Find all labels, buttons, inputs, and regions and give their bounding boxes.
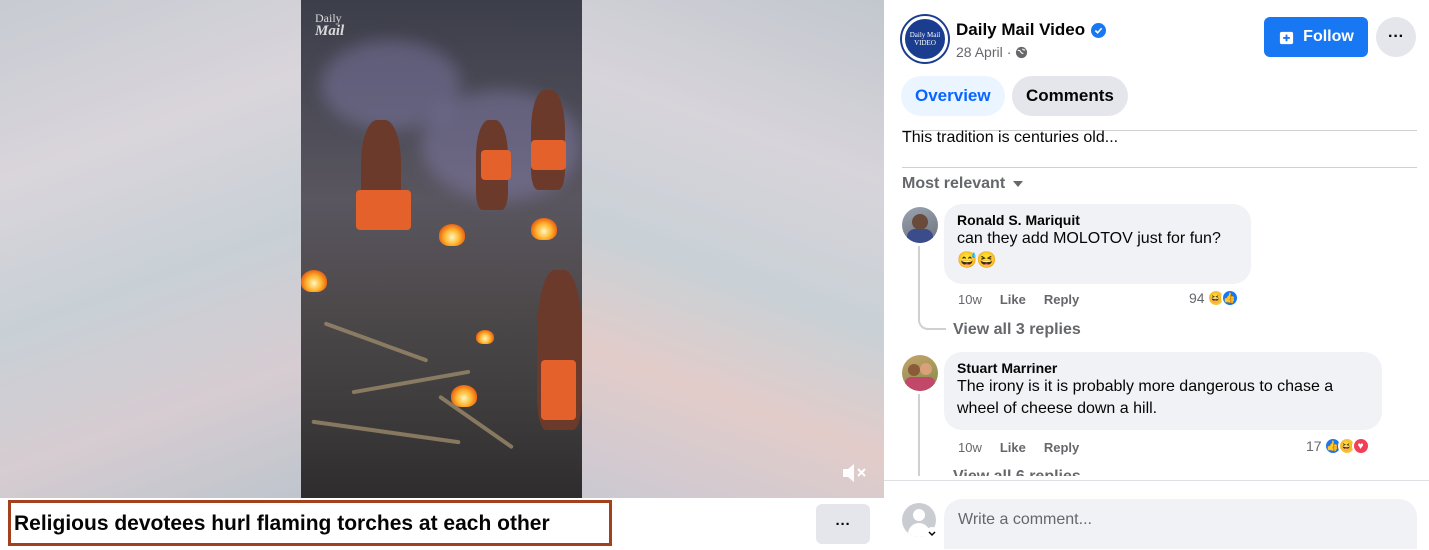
torch-flame: [439, 224, 465, 246]
tab-overview[interactable]: Overview: [901, 76, 1005, 116]
view-replies-link[interactable]: View all 3 replies: [953, 321, 1081, 339]
sort-label: Most relevant: [902, 175, 1006, 192]
like-button[interactable]: Like: [1000, 292, 1026, 307]
follow-button[interactable]: Follow: [1264, 17, 1368, 57]
love-reaction-icon: ♥: [1351, 437, 1370, 455]
watermark-line-2: Mail: [315, 23, 345, 39]
page-avatar[interactable]: Daily Mail VIDEO: [902, 16, 948, 62]
like-button[interactable]: Like: [1000, 440, 1026, 455]
comment-bubble: Stuart Marriner The irony is it is proba…: [944, 352, 1382, 430]
page-name-link[interactable]: Daily Mail Video: [956, 20, 1085, 40]
reaction-summary[interactable]: 17 👍 😆 ♥: [1306, 437, 1370, 455]
comment-text-line-2: wheel of cheese down a hill.: [957, 400, 1158, 417]
reaction-summary[interactable]: 94 😆 👍: [1189, 289, 1239, 307]
torch-stick: [323, 321, 429, 363]
video-more-options-button[interactable]: ···: [816, 504, 870, 544]
like-reaction-icon: 👍: [1220, 289, 1239, 307]
post-sidebar: Daily Mail VIDEO Daily Mail Video 28 Apr…: [884, 0, 1429, 550]
comment-author[interactable]: Ronald S. Mariquit: [957, 212, 1238, 228]
avatar-text-1: Daily Mail: [909, 31, 941, 39]
page-name-row: Daily Mail Video: [956, 20, 1107, 40]
view-replies-link[interactable]: View all 6 replies: [953, 468, 1081, 476]
muted-speaker-icon[interactable]: [838, 458, 868, 488]
commenter-avatar[interactable]: [902, 355, 938, 391]
reply-thread-line: [918, 246, 946, 330]
devotee-cloth: [356, 190, 411, 230]
post-date-row: 28 April ·: [956, 44, 1028, 60]
daily-mail-watermark: Daily Mail: [315, 12, 345, 39]
comment-time[interactable]: 10w: [958, 292, 982, 307]
chevron-down-icon[interactable]: [926, 527, 938, 539]
write-comment-input[interactable]: Write a comment...: [944, 499, 1417, 549]
video-blur-background-left: [0, 0, 301, 498]
verified-badge-icon: [1091, 22, 1107, 38]
reply-thread-line: [918, 394, 920, 476]
video-blur-background-right: [582, 0, 884, 498]
comment-actions: 10w Like Reply: [958, 292, 1079, 307]
torch-flame: [531, 218, 557, 240]
comment-sort-dropdown[interactable]: Most relevant: [902, 175, 1024, 193]
video-player[interactable]: Daily Mail: [0, 0, 884, 498]
torch-flame: [451, 385, 477, 407]
globe-icon: [1016, 46, 1028, 58]
video-frame[interactable]: Daily Mail: [301, 0, 582, 498]
comment-text: can they add MOLOTOV just for fun?: [957, 230, 1221, 247]
comment-text-line-1: The irony is it is probably more dangero…: [957, 378, 1334, 395]
follow-page-icon: [1280, 31, 1294, 44]
comment-actions: 10w Like Reply: [958, 440, 1079, 455]
comment-time[interactable]: 10w: [958, 440, 982, 455]
video-title: Religious devotees hurl flaming torches …: [8, 500, 612, 546]
divider: [902, 167, 1417, 168]
devotee-cloth: [541, 360, 576, 420]
comment-emoji: 😅😆: [957, 252, 997, 269]
reaction-count: 17: [1306, 438, 1322, 454]
tab-comments[interactable]: Comments: [1012, 76, 1128, 116]
torch-flame: [476, 330, 494, 344]
reply-button[interactable]: Reply: [1044, 292, 1079, 307]
devotee-cloth: [481, 150, 511, 180]
comment-bubble: Ronald S. Mariquit can they add MOLOTOV …: [944, 204, 1251, 284]
devotee-cloth: [531, 140, 566, 170]
torch-stick: [311, 419, 461, 445]
avatar-text-2: VIDEO: [914, 39, 936, 47]
reply-button[interactable]: Reply: [1044, 440, 1079, 455]
view-replies-clip: View all 6 replies: [944, 466, 1144, 476]
torch-flame: [301, 270, 327, 292]
reaction-count: 94: [1189, 290, 1205, 306]
commenter-avatar[interactable]: [902, 207, 938, 243]
divider: [884, 480, 1429, 481]
post-description: This tradition is centuries old...: [902, 129, 1119, 146]
comment-author[interactable]: Stuart Marriner: [957, 360, 1369, 376]
post-date[interactable]: 28 April: [956, 44, 1003, 60]
caret-down-icon: [1013, 181, 1024, 187]
post-more-options-button[interactable]: ···: [1376, 17, 1416, 57]
follow-label: Follow: [1303, 28, 1354, 45]
